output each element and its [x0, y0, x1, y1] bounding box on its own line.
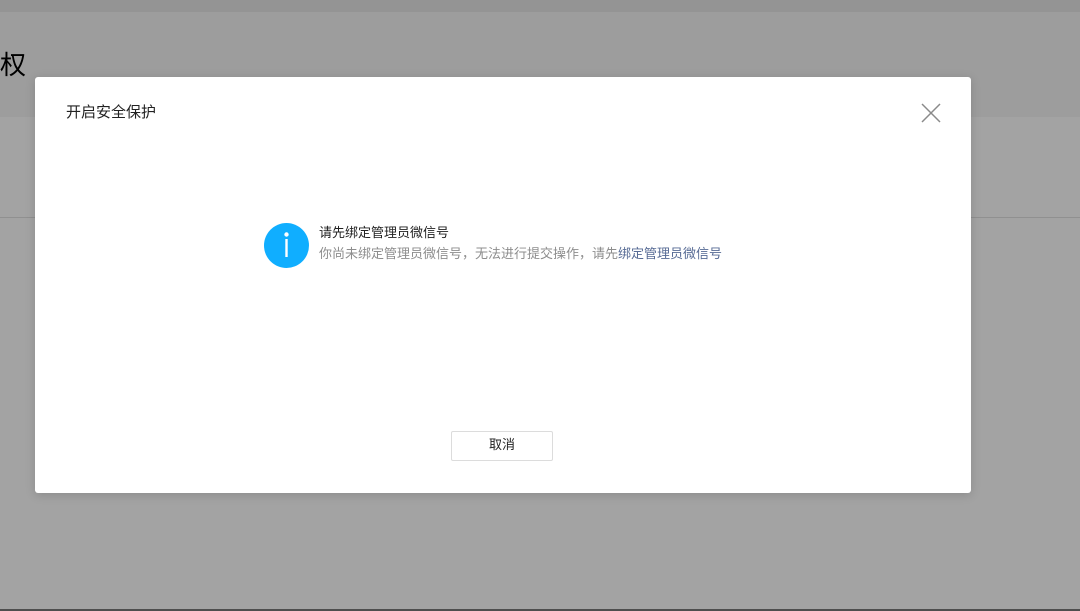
dialog-title: 开启安全保护	[66, 103, 157, 121]
message-block: 请先绑定管理员微信号 你尚未绑定管理员微信号，无法进行提交操作，请先绑定管理员微…	[264, 223, 864, 271]
message-description: 你尚未绑定管理员微信号，无法进行提交操作，请先绑定管理员微信号	[319, 246, 722, 264]
close-button[interactable]	[919, 101, 943, 125]
message-title: 请先绑定管理员微信号	[319, 226, 450, 241]
cancel-button[interactable]: 取消	[451, 431, 553, 461]
info-icon	[264, 223, 309, 268]
bind-admin-wechat-link[interactable]: 绑定管理员微信号	[618, 247, 722, 262]
message-description-text: 你尚未绑定管理员微信号，无法进行提交操作，请先	[319, 247, 619, 262]
security-dialog: 开启安全保护 请先绑定管理员微信号 你尚未绑定管理员微信号，无法进行提交操作，请…	[35, 77, 971, 493]
close-icon	[921, 103, 941, 123]
page: 权 开启安全保护 请先绑定管理员微信号 你尚未绑定管理员微信号，无法进行提交操作…	[0, 0, 1080, 611]
